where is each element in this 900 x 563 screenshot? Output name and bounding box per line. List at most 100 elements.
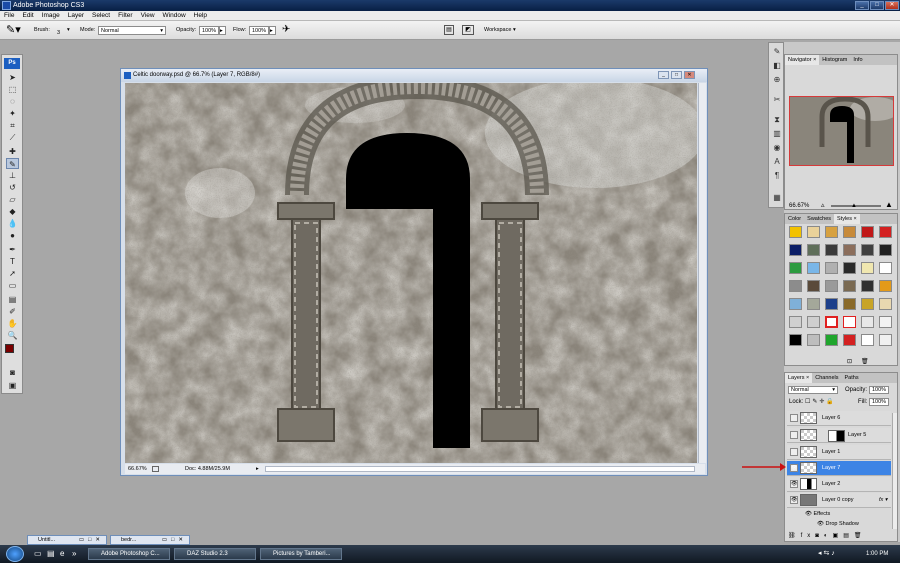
style-swatch[interactable] bbox=[879, 226, 892, 238]
brush-picker-chevron-icon[interactable]: ▾ bbox=[67, 21, 70, 40]
style-swatch[interactable] bbox=[789, 334, 802, 346]
visibility-eye-icon[interactable]: 👁 bbox=[790, 464, 798, 472]
style-swatch[interactable] bbox=[843, 298, 856, 310]
crop-tool-icon[interactable]: ⌗ bbox=[6, 120, 19, 131]
magic-wand-tool-icon[interactable]: ✦ bbox=[6, 108, 19, 119]
tab-color[interactable]: Color bbox=[785, 214, 804, 224]
opacity-input[interactable]: 100% bbox=[199, 26, 219, 35]
style-swatch[interactable] bbox=[861, 226, 874, 238]
zoom-slider-thumb-icon[interactable]: ▲ bbox=[851, 202, 857, 210]
style-swatch[interactable] bbox=[861, 262, 874, 274]
style-swatch[interactable] bbox=[861, 298, 874, 310]
marquee-tool-icon[interactable]: ⬚ bbox=[6, 84, 19, 95]
maximize-window-button[interactable]: □ bbox=[870, 1, 884, 10]
palette-well-icon[interactable]: ◩ bbox=[462, 25, 474, 35]
style-swatch[interactable] bbox=[825, 280, 838, 292]
image-canvas[interactable] bbox=[125, 83, 697, 463]
menu-layer[interactable]: Layer bbox=[64, 11, 88, 21]
style-swatch[interactable] bbox=[807, 298, 820, 310]
dodge-tool-icon[interactable]: ● bbox=[6, 230, 19, 241]
visibility-eye-icon[interactable]: 👁 bbox=[790, 496, 798, 504]
brushes-panel-icon[interactable]: ✎ bbox=[772, 47, 782, 57]
type-tool-icon[interactable]: T bbox=[6, 256, 19, 267]
style-swatch[interactable] bbox=[825, 262, 838, 274]
flow-input[interactable]: 100% bbox=[249, 26, 269, 35]
menu-edit[interactable]: Edit bbox=[18, 11, 37, 21]
menu-window[interactable]: Window bbox=[159, 11, 190, 21]
style-swatch[interactable] bbox=[825, 298, 838, 310]
style-swatch[interactable] bbox=[879, 334, 892, 346]
clone-stamp-tool-icon[interactable]: ⊥ bbox=[6, 170, 19, 181]
layer-row[interactable]: Layer 1 bbox=[787, 445, 891, 460]
canvas-vertical-scrollbar[interactable] bbox=[698, 83, 706, 463]
screen-mode-icon[interactable]: ▣ bbox=[6, 380, 19, 391]
layers-footer-buttons[interactable]: ⛓fx◙◐▣▤🗑 bbox=[788, 532, 896, 541]
taskbar-item-photoshop[interactable]: Adobe Photoshop C... bbox=[88, 548, 170, 560]
style-swatch[interactable] bbox=[789, 298, 802, 310]
visibility-toggle-icon[interactable] bbox=[790, 448, 798, 456]
shape-tool-icon[interactable]: ▭ bbox=[6, 280, 19, 291]
quick-launch-more-icon[interactable]: » bbox=[72, 549, 76, 559]
style-swatch[interactable] bbox=[789, 244, 802, 256]
swatches-strip-icon[interactable]: ▦ bbox=[772, 193, 782, 203]
tab-navigator[interactable]: Navigator × bbox=[785, 55, 820, 65]
switch-windows-icon[interactable]: ▤ bbox=[47, 549, 55, 559]
hand-tool-icon[interactable]: ✋ bbox=[6, 318, 19, 329]
brush-size-value[interactable]: 3 bbox=[57, 24, 60, 43]
style-swatch[interactable] bbox=[789, 226, 802, 238]
close-window-button[interactable]: ✕ bbox=[885, 1, 899, 10]
style-swatch[interactable] bbox=[825, 244, 838, 256]
mode-select[interactable]: Normal ▾ bbox=[98, 26, 166, 35]
style-swatch[interactable] bbox=[879, 298, 892, 310]
layer-mask-thumbnail[interactable] bbox=[828, 430, 845, 442]
style-swatch[interactable] bbox=[861, 316, 874, 328]
quick-mask-icon[interactable]: ◙ bbox=[6, 367, 19, 378]
tab-styles[interactable]: Styles × bbox=[834, 214, 860, 224]
layer-comps-panel-icon[interactable]: ▥ bbox=[772, 129, 782, 139]
info-panel-icon[interactable]: ◉ bbox=[772, 143, 782, 153]
menu-image[interactable]: Image bbox=[38, 11, 64, 21]
flow-slider-arrow-icon[interactable]: ▸ bbox=[269, 26, 276, 35]
minimized-controls-icon[interactable]: ▭□✕ bbox=[79, 536, 104, 545]
actions-panel-icon[interactable]: ✂ bbox=[772, 95, 782, 105]
blend-mode-select[interactable]: Normal ▾ bbox=[788, 386, 838, 394]
zoom-in-icon[interactable]: ▲ bbox=[885, 201, 893, 209]
tray-icons[interactable]: ◂ ⇆ ♪ bbox=[818, 549, 835, 559]
delete-style-icon[interactable]: 🗑 bbox=[861, 358, 869, 365]
style-swatch[interactable] bbox=[807, 226, 820, 238]
path-selection-tool-icon[interactable]: ➚ bbox=[6, 268, 19, 279]
navigator-thumbnail[interactable] bbox=[789, 96, 894, 166]
minimized-controls-icon[interactable]: ▭□✕ bbox=[162, 536, 187, 545]
tab-swatches[interactable]: Swatches bbox=[804, 214, 834, 224]
paragraph-panel-icon[interactable]: ¶ bbox=[772, 171, 782, 181]
show-desktop-icon[interactable]: ▭ bbox=[34, 549, 42, 559]
taskbar-item-pictures[interactable]: Pictures by Tamberi... bbox=[260, 548, 342, 560]
layer-opacity-input[interactable]: 100% bbox=[869, 386, 889, 394]
style-swatch[interactable] bbox=[879, 244, 892, 256]
new-style-icon[interactable]: ⊡ bbox=[847, 358, 852, 365]
style-swatch[interactable] bbox=[789, 262, 802, 274]
layer-row[interactable]: Layer 6 bbox=[787, 411, 891, 426]
style-swatch[interactable] bbox=[789, 280, 802, 292]
style-swatch[interactable] bbox=[861, 280, 874, 292]
move-tool-icon[interactable]: ➤ bbox=[6, 72, 19, 83]
status-menu-arrow-icon[interactable]: ▸ bbox=[256, 464, 259, 474]
style-swatch[interactable] bbox=[843, 262, 856, 274]
tab-histogram[interactable]: Histogram bbox=[819, 55, 850, 65]
lasso-tool-icon[interactable]: ◌ bbox=[6, 96, 19, 107]
fill-input[interactable]: 100% bbox=[869, 398, 889, 406]
style-swatch[interactable] bbox=[843, 244, 856, 256]
style-swatch[interactable] bbox=[843, 280, 856, 292]
document-minimize-button[interactable]: _ bbox=[658, 71, 669, 79]
eyedropper-tool-icon[interactable]: ✐ bbox=[6, 306, 19, 317]
layers-scrollbar[interactable] bbox=[892, 413, 897, 529]
zoom-level[interactable]: 66.67% bbox=[128, 464, 147, 474]
tab-info[interactable]: Info bbox=[850, 55, 865, 65]
document-maximize-button[interactable]: □ bbox=[671, 71, 682, 79]
layer-row-selected[interactable]: 👁 Layer 7 bbox=[787, 461, 891, 476]
tool-presets-panel-icon[interactable]: ◧ bbox=[772, 61, 782, 71]
paint-bucket-tool-icon[interactable]: ◆ bbox=[6, 206, 19, 217]
style-swatch[interactable] bbox=[789, 316, 802, 328]
tab-channels[interactable]: Channels bbox=[812, 373, 841, 383]
visibility-toggle-icon[interactable] bbox=[790, 414, 798, 422]
